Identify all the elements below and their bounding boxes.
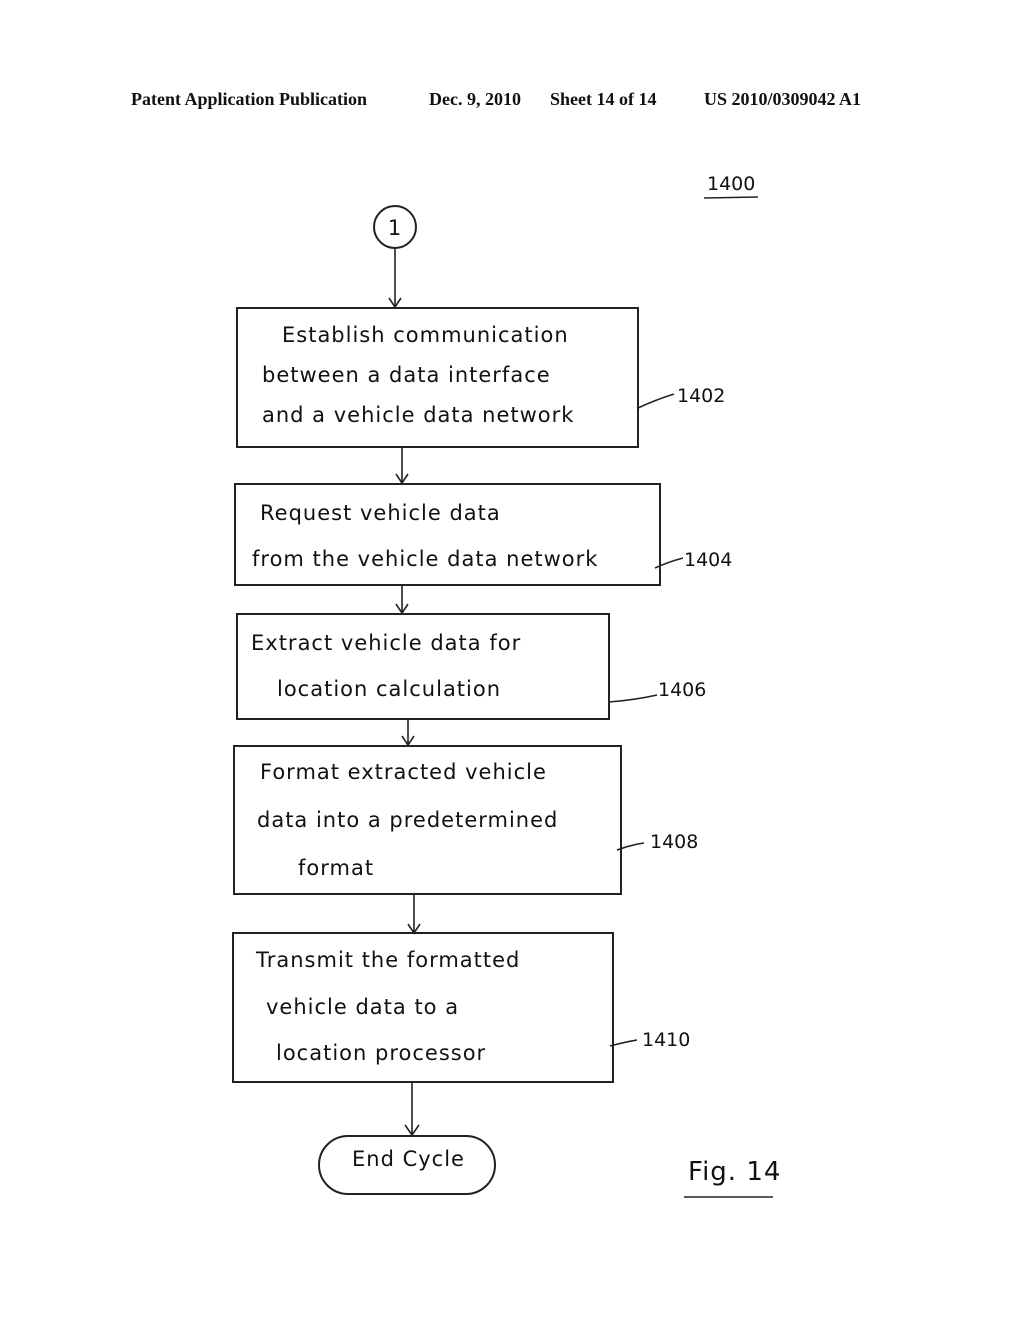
step-text-line: from the vehicle data network bbox=[252, 547, 598, 571]
step-ref: 1408 bbox=[650, 831, 698, 853]
step-text-line: Request vehicle data bbox=[260, 501, 501, 525]
step-1410: Transmit the formatted vehicle data to a… bbox=[232, 932, 690, 1083]
step-ref: 1404 bbox=[684, 549, 732, 571]
step-1406: Extract vehicle data for location calcul… bbox=[236, 613, 706, 720]
step-ref: 1406 bbox=[658, 679, 706, 701]
step-1402: Establish communication between a data i… bbox=[236, 307, 725, 448]
step-text-line: Format extracted vehicle bbox=[260, 760, 547, 784]
step-text-line: format bbox=[298, 856, 374, 880]
step-text-line: between a data interface bbox=[262, 363, 551, 387]
figure-ref: 1400 bbox=[707, 173, 755, 195]
step-text-line: location calculation bbox=[277, 677, 501, 701]
figure-ref-underline bbox=[703, 196, 759, 199]
step-text-line: Transmit the formatted bbox=[255, 948, 520, 972]
step-text-line: and a vehicle data network bbox=[262, 403, 574, 427]
step-ref: 1402 bbox=[677, 385, 725, 407]
flowchart: 1400 1 Establish communication between a… bbox=[232, 173, 781, 1198]
step-text-line: location processor bbox=[276, 1041, 486, 1065]
step-1408: Format extracted vehicle data into a pre… bbox=[233, 745, 698, 895]
step-text-line: Extract vehicle data for bbox=[251, 631, 521, 655]
connector-node: 1 bbox=[373, 205, 417, 249]
connector-label: 1 bbox=[388, 216, 402, 240]
leader-line bbox=[637, 393, 675, 409]
figure-label: Fig. 14 bbox=[688, 1157, 781, 1187]
leader-line bbox=[609, 1039, 638, 1047]
step-ref: 1410 bbox=[642, 1029, 690, 1051]
step-box bbox=[236, 613, 610, 720]
end-terminal: End Cycle bbox=[318, 1135, 496, 1195]
step-text-line: Establish communication bbox=[282, 323, 569, 347]
step-1404: Request vehicle data from the vehicle da… bbox=[234, 483, 732, 586]
step-text-line: vehicle data to a bbox=[266, 995, 459, 1019]
step-text-line: data into a predetermined bbox=[257, 808, 558, 832]
end-label: End Cycle bbox=[352, 1147, 465, 1171]
leader-line bbox=[608, 694, 658, 703]
